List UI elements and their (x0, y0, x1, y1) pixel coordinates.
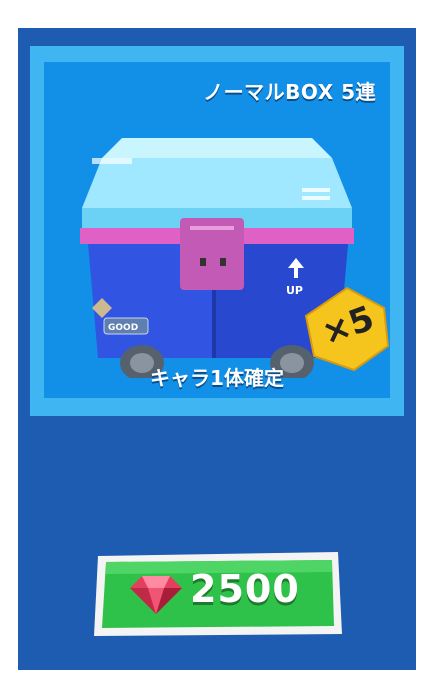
box-good-label: GOOD (108, 323, 138, 333)
box-up-label: UP (286, 284, 303, 297)
ruby-gem-icon (130, 576, 182, 614)
card-title: ノーマルBOX 5連 (203, 80, 376, 104)
price-amount: 2500 (190, 567, 300, 611)
